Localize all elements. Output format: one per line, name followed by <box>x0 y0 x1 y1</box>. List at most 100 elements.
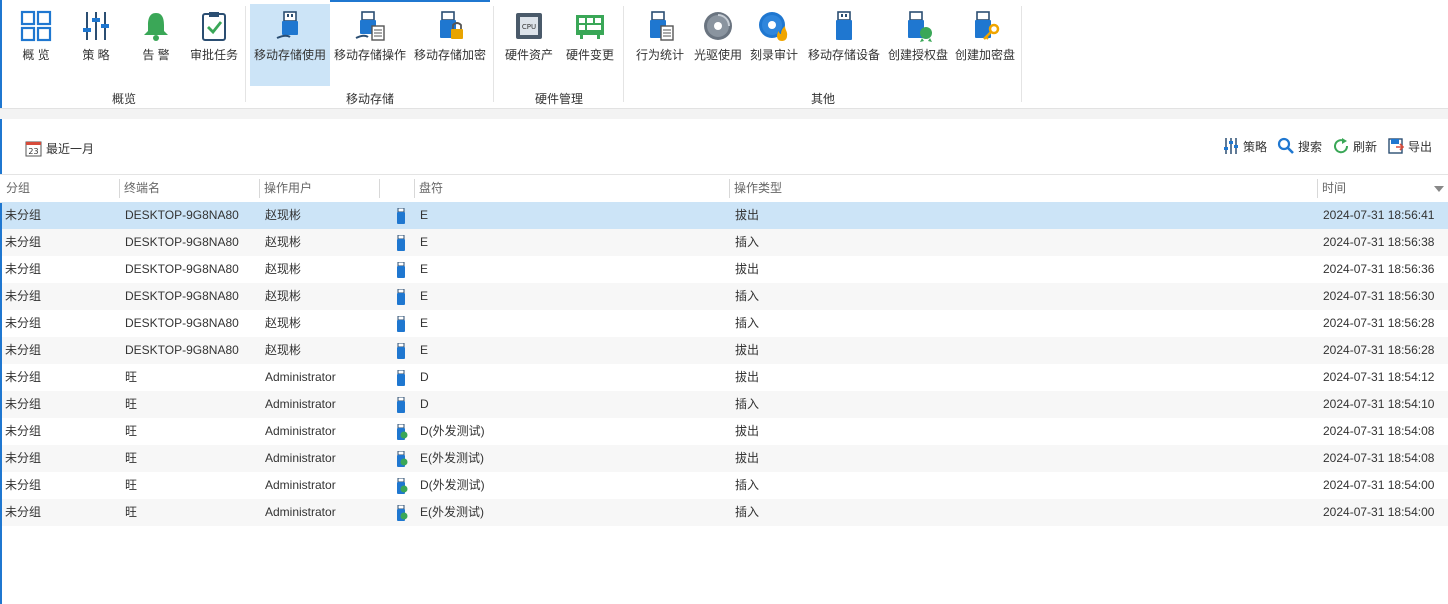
usb-drive-icon <box>397 208 405 224</box>
table-header: 分组 终端名 操作用户 盘符 操作类型 时间 <box>0 174 1448 203</box>
cell-terminal: DESKTOP-9G8NA80 <box>125 208 239 222</box>
policy-action-button[interactable]: 策略 <box>1222 137 1267 155</box>
cell-group: 未分组 <box>5 316 42 330</box>
column-header-device-icon[interactable] <box>380 175 415 202</box>
create-encrypted-disk-button[interactable]: 创建加密盘 <box>952 4 1018 86</box>
cell-time: 2024-07-31 18:54:12 <box>1323 370 1435 384</box>
cell-operation-type: 拔出 <box>735 262 760 276</box>
column-title: 操作用户 <box>264 181 313 195</box>
usb-operation-label: 移动存储操作 <box>333 48 406 62</box>
refresh-button[interactable]: 刷新 <box>1332 137 1377 155</box>
cell-operation-type: 拔出 <box>735 370 760 384</box>
table-row[interactable]: 未分组 DESKTOP-9G8NA80 赵现彬 E 插入 2024-07-31 18:56… <box>2 310 1448 337</box>
usb-encrypt-label: 移动存储加密 <box>413 48 486 62</box>
export-button[interactable]: 导出 <box>1387 137 1432 155</box>
cell-operation-type: 插入 <box>735 397 760 411</box>
column-header-terminal[interactable]: 终端名 <box>120 175 260 202</box>
cell-drive: E <box>420 208 429 222</box>
group-separator <box>1021 6 1022 102</box>
cell-operation-type: 插入 <box>735 505 760 519</box>
usb-usage-button[interactable]: 移动存储使用 <box>250 4 330 86</box>
create-authorized-disk-button[interactable]: 创建授权盘 <box>884 4 952 86</box>
search-button[interactable]: 搜索 <box>1277 137 1322 155</box>
cell-group: 未分组 <box>5 478 42 492</box>
cell-user: Administrator <box>265 424 336 438</box>
group-label-hardware: 硬件管理 <box>534 92 583 106</box>
export-label: 导出 <box>1407 139 1432 154</box>
overview-button[interactable]: 概 览 <box>6 4 66 86</box>
toolbar-actions: 策略 搜索 刷新 导出 <box>1222 137 1432 155</box>
usb-authorized-icon <box>397 505 408 521</box>
usb-device-button[interactable]: 移动存储设备 <box>804 4 884 86</box>
table-row[interactable]: 未分组 DESKTOP-9G8NA80 赵现彬 E 拔出 2024-07-31 18:56… <box>2 337 1448 364</box>
usb-drive-icon <box>397 262 405 278</box>
usb-authorized-icon <box>397 478 408 494</box>
cell-time: 2024-07-31 18:56:28 <box>1323 343 1435 357</box>
usb-device-label: 移动存储设备 <box>807 48 880 62</box>
cell-user: 赵现彬 <box>265 343 302 357</box>
cell-time: 2024-07-31 18:56:36 <box>1323 262 1435 276</box>
cell-operation-type: 插入 <box>735 289 760 303</box>
policy-sliders-icon <box>83 12 109 40</box>
filter-toolbar: 23 最近一月 策略 搜索 刷新 导出 <box>0 119 1448 173</box>
policy-action-label: 策略 <box>1242 139 1267 154</box>
table-row[interactable]: 未分组 旺 Administrator D 拔出 2024-07-31 18:54:12 <box>2 364 1448 391</box>
cpu-icon: CPU <box>516 13 542 39</box>
date-range-selector[interactable]: 23 最近一月 <box>25 139 94 157</box>
usb-device-icon <box>836 11 852 40</box>
cell-drive: E(外发测试) <box>420 451 484 465</box>
create-authorized-disk-label: 创建授权盘 <box>887 48 948 62</box>
refresh-label: 刷新 <box>1352 139 1377 154</box>
refresh-icon <box>1334 138 1348 154</box>
burn-audit-button[interactable]: 刻录审计 <box>746 4 802 86</box>
column-header-drive[interactable]: 盘符 <box>415 175 730 202</box>
cell-user: Administrator <box>265 370 336 384</box>
table-row[interactable]: 未分组 DESKTOP-9G8NA80 赵现彬 E 插入 2024-07-31 18:56… <box>2 229 1448 256</box>
export-icon <box>1388 138 1405 154</box>
column-header-time[interactable]: 时间 <box>1318 175 1448 202</box>
usb-authorized-icon <box>397 424 408 440</box>
behavior-stats-button[interactable]: 行为统计 <box>632 4 688 86</box>
usb-drive-icon <box>397 397 405 413</box>
hardware-asset-button[interactable]: CPU 硬件资产 <box>500 4 558 86</box>
table-row[interactable]: 未分组 旺 Administrator D(外发测试) 拔出 2024-07-31 18:… <box>2 418 1448 445</box>
usb-authorized-icon <box>397 451 408 467</box>
table-row[interactable]: 未分组 旺 Administrator E(外发测试) 插入 2024-07-31 18:… <box>2 499 1448 526</box>
group-label-removable-storage: 移动存储 <box>345 92 394 106</box>
alarm-button[interactable]: 告 警 <box>126 4 186 86</box>
column-header-operation-type[interactable]: 操作类型 <box>730 175 1318 202</box>
table-row[interactable]: 未分组 旺 Administrator D(外发测试) 插入 2024-07-31 18:… <box>2 472 1448 499</box>
cell-drive: E <box>420 289 429 303</box>
approval-task-button[interactable]: 审批任务 <box>186 4 242 86</box>
cell-terminal: DESKTOP-9G8NA80 <box>125 343 239 357</box>
overview-grid-icon <box>20 10 52 42</box>
cell-terminal: DESKTOP-9G8NA80 <box>125 262 239 276</box>
cell-drive: D(外发测试) <box>420 478 485 492</box>
cell-group: 未分组 <box>5 262 42 276</box>
table-row[interactable]: 未分组 DESKTOP-9G8NA80 赵现彬 E 拔出 2024-07-31 18:56… <box>2 256 1448 283</box>
cell-drive: E <box>420 343 429 357</box>
table-row[interactable]: 未分组 旺 Administrator E(外发测试) 拔出 2024-07-31 18:… <box>2 445 1448 472</box>
usb-encrypt-button[interactable]: 移动存储加密 <box>410 0 490 86</box>
usb-drive-icon <box>397 289 405 305</box>
cell-user: 赵现彬 <box>265 208 302 222</box>
hardware-change-button[interactable]: 硬件变更 <box>560 4 620 86</box>
cell-terminal: 旺 <box>125 451 138 465</box>
policy-button[interactable]: 策 略 <box>66 4 126 86</box>
cell-user: 赵现彬 <box>265 289 302 303</box>
column-header-group[interactable]: 分组 <box>2 175 120 202</box>
cell-drive: E(外发测试) <box>420 505 484 519</box>
table-row[interactable]: 未分组 旺 Administrator D 插入 2024-07-31 18:54:10 <box>2 391 1448 418</box>
column-title: 操作类型 <box>734 181 783 195</box>
calendar-day: 23 <box>28 147 38 156</box>
table-row[interactable]: 未分组 DESKTOP-9G8NA80 赵现彬 E 插入 2024-07-31 18:56… <box>2 283 1448 310</box>
cell-terminal: 旺 <box>125 478 138 492</box>
usb-stats-icon <box>650 11 674 41</box>
column-header-user[interactable]: 操作用户 <box>260 175 380 202</box>
cell-operation-type: 拔出 <box>735 208 760 222</box>
ribbon-divider <box>0 108 1448 119</box>
burn-audit-label: 刻录审计 <box>749 48 798 62</box>
optical-drive-button[interactable]: 光驱使用 <box>690 4 746 86</box>
usb-operation-button[interactable]: 移动存储操作 <box>330 0 410 86</box>
table-row[interactable]: 未分组 DESKTOP-9G8NA80 赵现彬 E 拔出 2024-07-31 18:56… <box>2 202 1448 229</box>
